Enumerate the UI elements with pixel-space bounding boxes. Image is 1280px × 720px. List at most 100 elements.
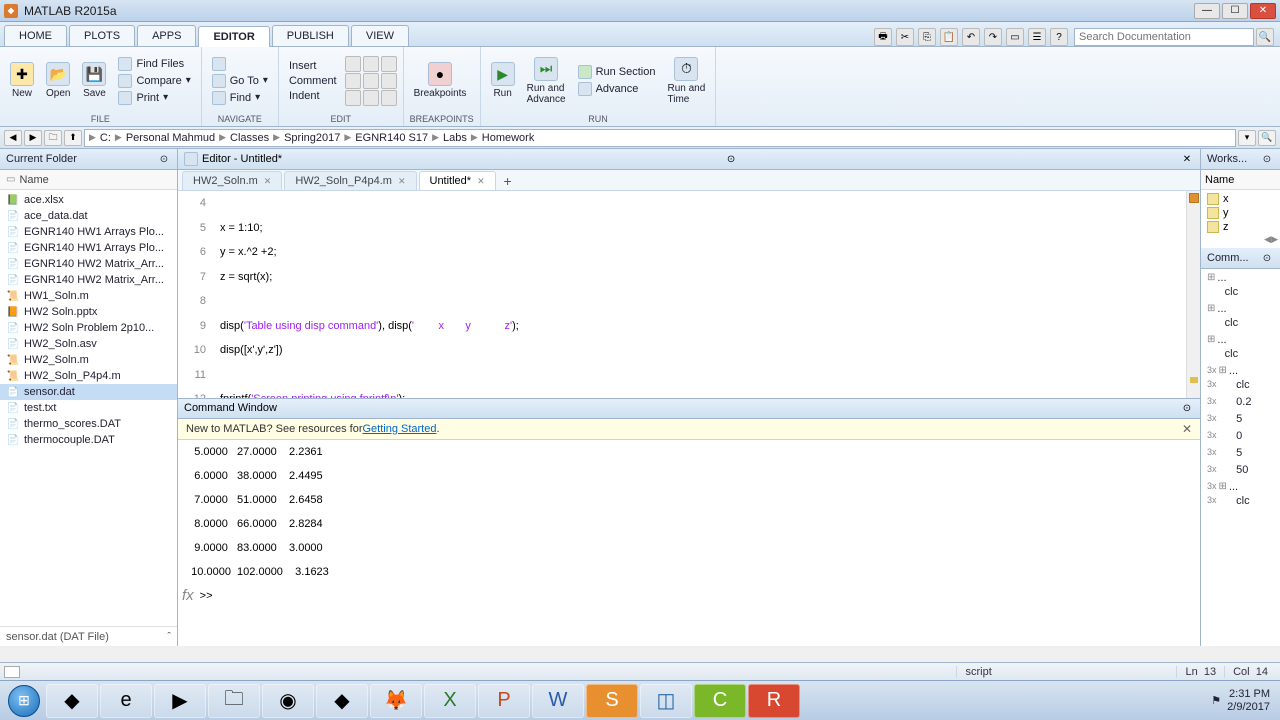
qat-paste-icon[interactable]: 📋 bbox=[940, 28, 958, 46]
editor-dock-icon[interactable]: ⊙ bbox=[724, 152, 738, 166]
tray-clock[interactable]: 2:31 PM2/9/2017 bbox=[1227, 688, 1270, 714]
history-item[interactable]: clc bbox=[1203, 316, 1278, 333]
file-item[interactable]: 📄HW2_Soln.asv bbox=[0, 336, 177, 352]
history-item[interactable]: 3x 0 bbox=[1203, 429, 1278, 446]
history-item[interactable]: ⊞... bbox=[1203, 271, 1278, 285]
editor-body[interactable]: 45x = 1:10;6y = x.^2 +2;7z = sqrt(x);89d… bbox=[178, 191, 1200, 398]
indent-left-icon[interactable] bbox=[363, 90, 379, 106]
history-menu-icon[interactable]: ⊙ bbox=[1260, 251, 1274, 265]
editor-tab[interactable]: HW2_Soln.m✕ bbox=[182, 171, 282, 190]
tray-flag-icon[interactable]: ⚑ bbox=[1211, 694, 1221, 707]
minimize-button[interactable]: — bbox=[1194, 3, 1220, 19]
path-up-button[interactable]: 🗀 bbox=[44, 130, 62, 146]
taskbar-recorder[interactable]: R bbox=[748, 684, 800, 718]
qat-save-icon[interactable]: 🖶 bbox=[874, 28, 892, 46]
indent-right-icon[interactable] bbox=[345, 90, 361, 106]
nav-back-button[interactable] bbox=[208, 56, 272, 72]
workspace-list[interactable]: xyz bbox=[1201, 190, 1280, 234]
qat-layout-icon[interactable]: ☰ bbox=[1028, 28, 1046, 46]
tab-close-icon[interactable]: ✕ bbox=[398, 176, 406, 187]
tab-publish[interactable]: PUBLISH bbox=[272, 25, 349, 46]
path-field[interactable]: ▶C: ▶Personal Mahmud ▶Classes ▶Spring201… bbox=[84, 129, 1236, 147]
taskbar-firefox[interactable]: 🦊 bbox=[370, 684, 422, 718]
details-expand-icon[interactable]: ˆ bbox=[167, 631, 171, 643]
history-item[interactable]: 3x⊞... bbox=[1203, 480, 1278, 494]
getting-started-link[interactable]: Getting Started bbox=[362, 423, 436, 435]
history-item[interactable]: 3x⊞... bbox=[1203, 364, 1278, 378]
workspace-menu-icon[interactable]: ⊙ bbox=[1260, 152, 1274, 166]
file-item[interactable]: 📜HW2_Soln.m bbox=[0, 352, 177, 368]
taskbar-matlab[interactable]: ◆ bbox=[46, 684, 98, 718]
open-button[interactable]: 📂Open bbox=[42, 60, 74, 101]
qat-undo-icon[interactable]: ↶ bbox=[962, 28, 980, 46]
tab-close-icon[interactable]: ✕ bbox=[477, 176, 485, 187]
advance-button[interactable]: Advance bbox=[574, 81, 660, 97]
indent-smart-icon[interactable] bbox=[381, 90, 397, 106]
run-section-button[interactable]: Run Section bbox=[574, 64, 660, 80]
tab-apps[interactable]: APPS bbox=[137, 25, 196, 46]
editor-tab[interactable]: HW2_Soln_P4p4.m✕ bbox=[284, 171, 416, 190]
insert-button[interactable]: Insert bbox=[285, 59, 341, 73]
taskbar-app1[interactable]: ◆ bbox=[316, 684, 368, 718]
breakpoints-button[interactable]: ●Breakpoints bbox=[410, 60, 471, 101]
editor-close-icon[interactable]: ✕ bbox=[1180, 152, 1194, 166]
new-button[interactable]: ✚New bbox=[6, 60, 38, 101]
maximize-button[interactable]: ☐ bbox=[1222, 3, 1248, 19]
history-item[interactable]: 3x clc bbox=[1203, 378, 1278, 395]
indent-button[interactable]: Indent bbox=[285, 89, 341, 103]
qat-copy-icon[interactable]: ⎘ bbox=[918, 28, 936, 46]
current-folder-menu-icon[interactable]: ⊙ bbox=[157, 152, 171, 166]
workspace-var[interactable]: y bbox=[1203, 206, 1278, 220]
workspace-name-col[interactable]: Name bbox=[1201, 170, 1280, 190]
file-item[interactable]: 📄EGNR140 HW2 Matrix_Arr... bbox=[0, 272, 177, 288]
tab-editor[interactable]: EDITOR bbox=[198, 26, 269, 47]
run-advance-button[interactable]: ⏭Run and Advance bbox=[523, 55, 570, 107]
command-history-list[interactable]: ⊞... clc⊞... clc⊞... clc3x⊞...3x clc3x 0… bbox=[1201, 269, 1280, 646]
file-item[interactable]: 📗ace.xlsx bbox=[0, 192, 177, 208]
comment-wrap-icon[interactable] bbox=[381, 73, 397, 89]
insert-drop-icon[interactable] bbox=[381, 56, 397, 72]
taskbar-media[interactable]: ▶ bbox=[154, 684, 206, 718]
file-list[interactable]: 📗ace.xlsx📄ace_data.dat📄EGNR140 HW1 Array… bbox=[0, 190, 177, 626]
history-item[interactable]: 3x clc bbox=[1203, 494, 1278, 511]
workspace-scroll-right-icon[interactable]: ▶ bbox=[1271, 234, 1278, 248]
history-item[interactable]: 3x 5 bbox=[1203, 446, 1278, 463]
qat-step-icon[interactable]: ▭ bbox=[1006, 28, 1024, 46]
compare-button[interactable]: Compare ▾ bbox=[114, 73, 194, 89]
taskbar-word[interactable]: W bbox=[532, 684, 584, 718]
editor-tab-add[interactable]: + bbox=[498, 172, 518, 190]
analyzer-status-icon[interactable] bbox=[1189, 193, 1199, 203]
uncomment-icon[interactable] bbox=[363, 73, 379, 89]
file-item[interactable]: 📜HW1_Soln.m bbox=[0, 288, 177, 304]
taskbar-ie[interactable]: e bbox=[100, 684, 152, 718]
path-browse-button[interactable]: ▾ bbox=[1238, 130, 1256, 146]
banner-close-icon[interactable]: ✕ bbox=[1182, 422, 1192, 436]
search-input[interactable] bbox=[1074, 28, 1254, 46]
file-item[interactable]: 📄thermo_scores.DAT bbox=[0, 416, 177, 432]
comment-button[interactable]: Comment bbox=[285, 74, 341, 88]
tab-close-icon[interactable]: ✕ bbox=[264, 176, 272, 187]
history-item[interactable]: 3x 5 bbox=[1203, 412, 1278, 429]
system-tray[interactable]: ⚑ 2:31 PM2/9/2017 bbox=[1205, 688, 1276, 714]
taskbar-snagit[interactable]: S bbox=[586, 684, 638, 718]
path-back-button[interactable]: ◀ bbox=[4, 130, 22, 146]
workspace-scroll-left-icon[interactable]: ◀ bbox=[1264, 234, 1271, 248]
qat-cut-icon[interactable]: ✂ bbox=[896, 28, 914, 46]
code-analyzer-bar[interactable] bbox=[1186, 191, 1200, 398]
taskbar-explorer[interactable]: 🗀 bbox=[208, 684, 260, 718]
history-item[interactable]: 3x 0.2 bbox=[1203, 395, 1278, 412]
insert-section-icon[interactable] bbox=[345, 56, 361, 72]
command-window-body[interactable]: 5.0000 27.0000 2.2361 6.0000 38.0000 2.4… bbox=[178, 440, 1200, 647]
tab-plots[interactable]: PLOTS bbox=[69, 25, 135, 46]
qat-redo-icon[interactable]: ↷ bbox=[984, 28, 1002, 46]
insert-fx-icon[interactable] bbox=[363, 56, 379, 72]
history-item[interactable]: ⊞... bbox=[1203, 302, 1278, 316]
file-name-column[interactable]: ▭Name bbox=[0, 170, 177, 190]
run-time-button[interactable]: ⏱Run and Time bbox=[664, 55, 710, 107]
editor-tab[interactable]: Untitled*✕ bbox=[419, 171, 496, 190]
workspace-var[interactable]: x bbox=[1203, 192, 1278, 206]
file-item[interactable]: 📄thermocouple.DAT bbox=[0, 432, 177, 448]
start-button[interactable]: ⊞ bbox=[4, 683, 44, 719]
taskbar-chrome[interactable]: ◉ bbox=[262, 684, 314, 718]
history-item[interactable]: ⊞... bbox=[1203, 333, 1278, 347]
